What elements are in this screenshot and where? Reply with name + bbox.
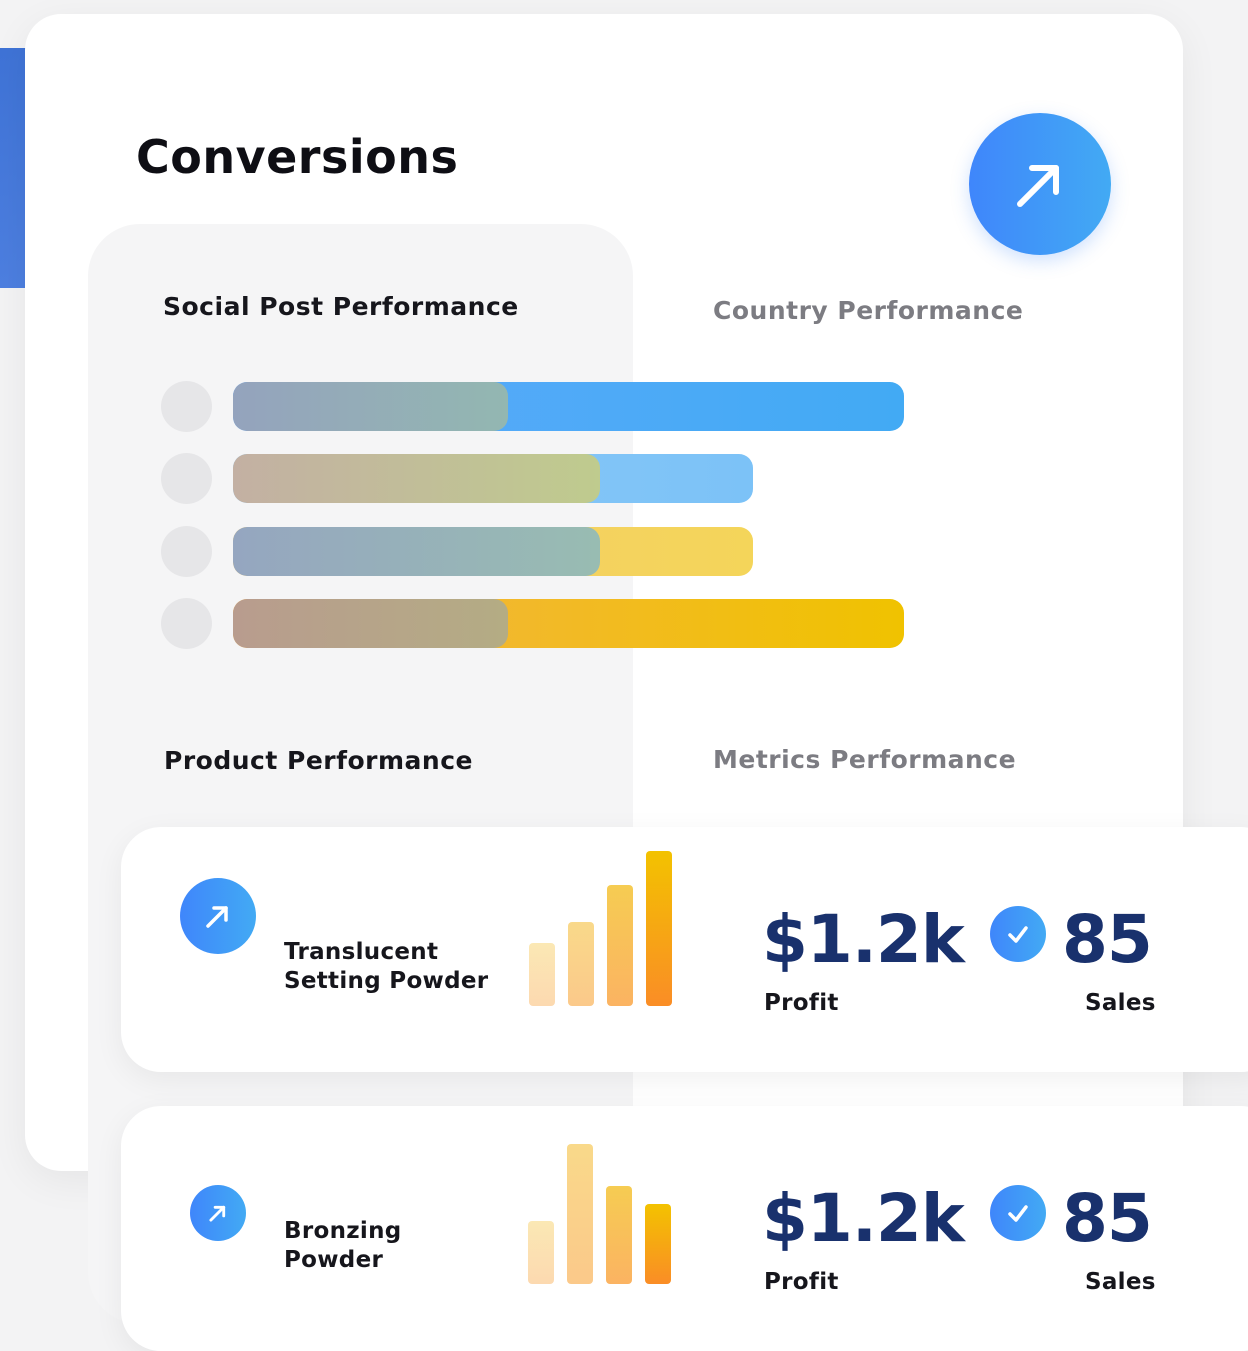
bar-fill	[233, 599, 508, 648]
profit-value: $1.2k	[762, 901, 965, 978]
page-title: Conversions	[136, 130, 459, 184]
bar-track	[233, 599, 904, 648]
bar-fill	[233, 527, 600, 576]
expand-button[interactable]	[969, 113, 1111, 255]
sales-label: Sales	[1085, 990, 1156, 1016]
arrow-up-right-icon	[209, 1205, 226, 1222]
chart-bar	[568, 922, 594, 1006]
avatar	[161, 453, 212, 504]
chart-bar	[529, 943, 555, 1006]
sales-label: Sales	[1085, 1269, 1156, 1295]
bar-track	[233, 527, 753, 576]
profit-label: Profit	[764, 990, 839, 1016]
product-arrow-button[interactable]	[180, 878, 256, 954]
social-post-heading[interactable]: Social Post Performance	[163, 292, 519, 321]
bar-fill	[233, 382, 508, 431]
arrow-up-right-icon	[1017, 165, 1059, 207]
country-performance-heading[interactable]: Country Performance	[713, 296, 1023, 325]
chart-bar	[567, 1144, 593, 1284]
product-name: Translucent Setting Powder	[284, 939, 489, 994]
product-card[interactable]: Translucent Setting Powder $1.2k Profit …	[121, 827, 1248, 1072]
metrics-performance-heading[interactable]: Metrics Performance	[713, 745, 1016, 774]
bar-track	[233, 454, 753, 503]
avatar	[161, 598, 212, 649]
avatar	[161, 526, 212, 577]
product-arrow-button[interactable]	[190, 1185, 246, 1241]
bar-track	[233, 382, 904, 431]
avatar	[161, 381, 212, 432]
arrow-up-right-icon	[206, 906, 228, 928]
product-performance-heading[interactable]: Product Performance	[164, 746, 473, 775]
bar-fill	[233, 454, 600, 503]
product-card[interactable]: Bronzing Powder $1.2k Profit 85 Sales	[121, 1106, 1248, 1351]
chart-bar	[646, 851, 672, 1006]
sales-value: 85	[1062, 1180, 1153, 1257]
profit-value: $1.2k	[762, 1180, 965, 1257]
check-circle-icon	[990, 906, 1046, 962]
chart-bar	[606, 1186, 632, 1284]
chart-bar	[645, 1204, 671, 1284]
profit-label: Profit	[764, 1269, 839, 1295]
check-circle-icon	[990, 1185, 1046, 1241]
product-name: Bronzing Powder	[284, 1218, 402, 1273]
chart-bar	[528, 1221, 554, 1284]
chart-bar	[607, 885, 633, 1006]
sales-value: 85	[1062, 901, 1153, 978]
